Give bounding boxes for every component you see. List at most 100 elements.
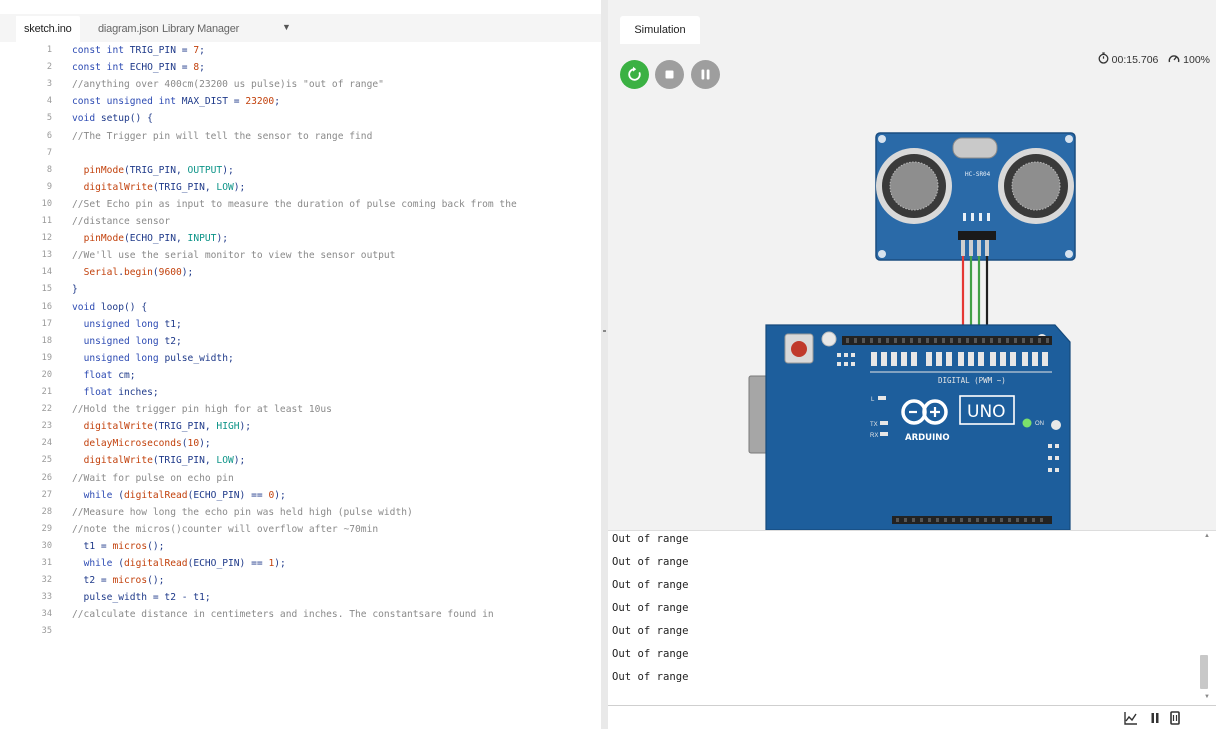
line-number: 34	[41, 609, 52, 620]
serial-line: Out of range	[612, 671, 689, 683]
serial-scrollbar-thumb[interactable]	[1200, 655, 1208, 689]
divider-handle-icon[interactable]	[603, 330, 606, 332]
code-line[interactable]: 33 pulse_width = t2 - t1;	[0, 589, 601, 606]
serial-input-field[interactable]	[610, 708, 1116, 728]
code-line[interactable]: 14 Serial.begin(9600);	[0, 264, 601, 281]
restart-icon	[628, 66, 641, 81]
code-line[interactable]: 29 //note the micros()counter will overfl…	[0, 521, 601, 538]
line-number: 25	[41, 455, 52, 466]
ultrasonic-sensor[interactable]: HC-SR04	[875, 132, 1076, 261]
code-line[interactable]: 27 while (digitalRead(ECHO_PIN) == 0);	[0, 487, 601, 504]
tab-diagram-json[interactable]: diagram.json	[98, 16, 159, 42]
line-number: 27	[41, 489, 52, 500]
scroll-up-arrow-icon[interactable]: ▲	[1204, 533, 1210, 539]
power-led-label: ON	[1035, 421, 1044, 427]
line-number: 23	[41, 421, 52, 432]
code-text: //calculate distance in centimeters and …	[72, 609, 494, 621]
code-area[interactable]: 1 const int TRIG_PIN = 7; 2 const int ECHO_…	[0, 42, 601, 729]
code-line[interactable]: 2 const int ECHO_PIN = 8;	[0, 59, 601, 76]
line-number: 30	[41, 540, 52, 551]
tx-led	[880, 421, 888, 425]
chart-line-icon	[1124, 712, 1137, 725]
code-line[interactable]: 17 unsigned long t1;	[0, 316, 601, 333]
code-line[interactable]: 28 //Measure how long the echo pin was he…	[0, 504, 601, 521]
code-line[interactable]: 8 pinMode(TRIG_PIN, OUTPUT);	[0, 162, 601, 179]
code-line[interactable]: 11 //distance sensor	[0, 213, 601, 230]
tab-simulation[interactable]: Simulation	[620, 16, 700, 44]
arduino-uno-board[interactable]: DIGITAL (PWM ~) L TX RX ARDUINO UNO ON	[748, 324, 1071, 530]
code-line[interactable]: 3 //anything over 400cm(23200 us pulse)is…	[0, 76, 601, 93]
simulation-timer: 00:15.706	[1111, 53, 1159, 66]
code-line[interactable]: 9 digitalWrite(TRIG_PIN, LOW);	[0, 179, 601, 196]
code-line[interactable]: 18 unsigned long t2;	[0, 333, 601, 350]
code-line[interactable]: 1 const int TRIG_PIN = 7;	[0, 42, 601, 59]
serial-line: Out of range	[612, 602, 689, 614]
code-line[interactable]: 5 void setup() {	[0, 110, 601, 127]
code-line[interactable]: 13 //We'll use the serial monitor to view…	[0, 247, 601, 264]
code-line[interactable]: 4 const unsigned int MAX_DIST = 23200;	[0, 93, 601, 110]
line-number: 4	[46, 96, 52, 107]
code-line[interactable]: 35	[0, 623, 601, 640]
line-number: 7	[46, 147, 52, 158]
code-text: unsigned long t1;	[83, 318, 182, 330]
tx-led-label: TX	[870, 422, 878, 428]
line-number: 29	[41, 523, 52, 534]
simulation-speed: 100%	[1183, 53, 1210, 66]
line-number: 20	[41, 369, 52, 380]
code-line[interactable]: 24 delayMicroseconds(10);	[0, 435, 601, 452]
line-number: 12	[41, 233, 52, 244]
sensor-transducer-right	[998, 148, 1074, 224]
code-text: digitalWrite(TRIG_PIN, HIGH);	[83, 421, 252, 433]
code-text: //Set Echo pin as input to measure the d…	[72, 198, 517, 210]
restart-simulation-button[interactable]	[620, 60, 649, 89]
line-number: 1	[46, 45, 52, 55]
serial-clear-button[interactable]	[1165, 708, 1185, 728]
code-text: //Measure how long the echo pin was held…	[72, 506, 413, 518]
tab-sketch-ino[interactable]: sketch.ino	[16, 16, 80, 42]
line-number: 6	[46, 130, 52, 141]
serial-pause-button[interactable]	[1145, 708, 1165, 728]
code-line[interactable]: 21 float inches;	[0, 384, 601, 401]
pause-simulation-button[interactable]	[691, 60, 720, 89]
line-number: 19	[41, 352, 52, 363]
pane-divider[interactable]	[601, 0, 608, 729]
code-line[interactable]: 7	[0, 145, 601, 162]
stopwatch-icon	[1098, 52, 1109, 67]
code-line[interactable]: 32 t2 = micros();	[0, 572, 601, 589]
more-tabs-dropdown-icon[interactable]: ▼	[282, 14, 291, 40]
code-line[interactable]: 20 float cm;	[0, 367, 601, 384]
line-number: 17	[41, 318, 52, 329]
stop-simulation-button[interactable]	[655, 60, 684, 89]
code-line[interactable]: 31 while (digitalRead(ECHO_PIN) == 1);	[0, 555, 601, 572]
code-line[interactable]: 16 void loop() {	[0, 299, 601, 316]
trash-icon	[1170, 711, 1180, 725]
line-number: 5	[46, 113, 52, 124]
tab-library-manager[interactable]: Library Manager	[162, 16, 239, 42]
serial-plotter-button[interactable]	[1121, 708, 1141, 728]
code-line[interactable]: 26 //Wait for pulse on echo pin	[0, 470, 601, 487]
code-text: //anything over 400cm(23200 us pulse)is …	[72, 79, 384, 91]
code-line[interactable]: 25 digitalWrite(TRIG_PIN, LOW);	[0, 452, 601, 469]
code-text: void loop() {	[72, 301, 148, 313]
code-line[interactable]: 19 unsigned long pulse_width;	[0, 350, 601, 367]
code-line[interactable]: 6 //The Trigger pin will tell the sensor …	[0, 128, 601, 145]
scroll-down-arrow-icon[interactable]: ▼	[1204, 694, 1210, 700]
code-line[interactable]: 10 //Set Echo pin as input to measure the…	[0, 196, 601, 213]
code-line[interactable]: 22 //Hold the trigger pin high for at lea…	[0, 401, 601, 418]
serial-monitor-output[interactable]: Out of range Out of range Out of range O…	[608, 530, 1216, 705]
line-number: 24	[41, 438, 52, 449]
l-led	[878, 396, 886, 400]
line-number: 32	[41, 575, 52, 586]
sensor-transducer-left	[876, 148, 952, 224]
serial-line: Out of range	[612, 533, 689, 545]
rx-led-label: RX	[870, 433, 878, 439]
code-line[interactable]: 23 digitalWrite(TRIG_PIN, HIGH);	[0, 418, 601, 435]
code-line[interactable]: 15}	[0, 281, 601, 298]
code-line[interactable]: 30 t1 = micros();	[0, 538, 601, 555]
code-line[interactable]: 12 pinMode(ECHO_PIN, INPUT);	[0, 230, 601, 247]
line-number: 22	[41, 404, 52, 415]
code-line[interactable]: 34 //calculate distance in centimeters an…	[0, 606, 601, 623]
circuit-diagram: HC-SR04 DIGITAL (PWM ~) L TX RX ARDUINO …	[748, 132, 1076, 530]
code-text: //note the micros()counter will overflow…	[72, 523, 379, 535]
code-text: const int ECHO_PIN = 8;	[72, 62, 205, 74]
